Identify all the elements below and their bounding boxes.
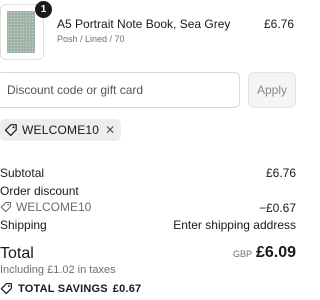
shipping-value: Enter shipping address: [173, 218, 296, 232]
taxes-note: Including £1.02 in taxes: [0, 264, 116, 276]
applied-discount-chip: WELCOME10 ✕: [0, 119, 122, 141]
order-discount-code: WELCOME10: [0, 200, 91, 214]
remove-discount-close-icon[interactable]: ✕: [105, 123, 115, 137]
product-variant: Posh / Lined / 70: [57, 34, 125, 44]
savings-label: TOTAL SAVINGS: [18, 282, 108, 295]
tag-icon: [0, 201, 11, 213]
apply-button[interactable]: Apply: [248, 72, 296, 108]
product-thumbnail: 1: [0, 1, 52, 60]
order-discount-code-text: WELCOME10: [16, 200, 92, 214]
applied-discount-code: WELCOME10: [22, 123, 100, 137]
total-value: £6.09: [255, 244, 296, 261]
order-discount-value: −£0.67: [258, 201, 296, 215]
notebook-image: [7, 11, 35, 53]
shipping-label: Shipping: [0, 218, 47, 232]
tag-icon: [4, 124, 17, 136]
order-discount-label: Order discount: [0, 184, 79, 198]
quantity-badge: 1: [35, 1, 52, 18]
total-savings: TOTAL SAVINGS £0.67: [0, 282, 141, 295]
total-value-group: GBP £6.09: [233, 244, 296, 262]
total-label: Total: [0, 245, 34, 262]
subtotal-label: Subtotal: [0, 166, 45, 180]
subtotal-value: £6.76: [265, 166, 296, 180]
product-name: A5 Portrait Note Book, Sea Grey: [57, 17, 231, 31]
product-price: £6.76: [263, 17, 294, 31]
currency-code: GBP: [232, 249, 252, 259]
savings-value: £0.67: [112, 282, 142, 295]
tag-icon: [0, 282, 12, 295]
discount-code-input[interactable]: [0, 72, 240, 108]
